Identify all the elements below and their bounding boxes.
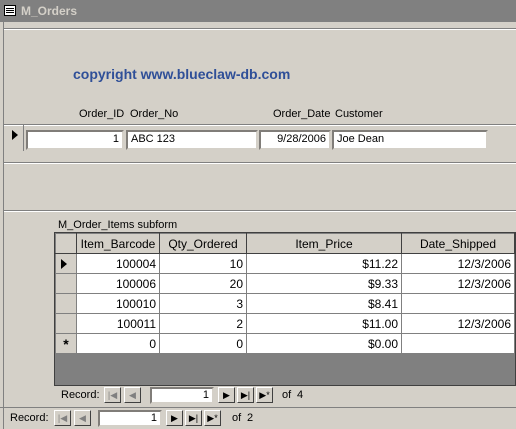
main-last-record-button[interactable]: ▶| (185, 410, 202, 426)
row-selector[interactable] (55, 273, 77, 294)
table-row: 100006 20 $9.33 12/3/2006 (55, 273, 515, 294)
detail-divider (4, 162, 516, 163)
subform-first-record-button[interactable]: |◀ (104, 387, 121, 403)
subform-of-label: of (282, 389, 292, 401)
new-record-row: * 0 0 $0.00 (55, 333, 515, 354)
item-barcode-cell[interactable]: 0 (76, 333, 160, 354)
table-row: 100004 10 $11.22 12/3/2006 (55, 253, 515, 274)
main-record-label: Record: (10, 412, 49, 424)
header-bottom-divider (4, 124, 516, 125)
order-no-label: Order_No (130, 108, 179, 120)
subform-label: M_Order_Items subform (58, 219, 178, 231)
item-price-cell[interactable]: $11.00 (246, 313, 402, 334)
order-items-datasheet: Item_Barcode Qty_Ordered Item_Price Date… (55, 233, 515, 354)
qty-ordered-cell[interactable]: 2 (159, 313, 247, 334)
main-of-label: of (232, 412, 242, 424)
item-barcode-cell[interactable]: 100010 (76, 293, 160, 314)
table-row: 100011 2 $11.00 12/3/2006 (55, 313, 515, 334)
subform-prev-record-button[interactable]: ◀ (124, 387, 141, 403)
main-record-selector[interactable] (9, 125, 24, 151)
col-header-qty-ordered[interactable]: Qty_Ordered (159, 233, 247, 254)
select-all-corner[interactable] (55, 233, 77, 254)
qty-ordered-cell[interactable]: 0 (159, 333, 247, 354)
order-items-subform[interactable]: Item_Barcode Qty_Ordered Item_Price Date… (54, 232, 516, 386)
date-shipped-cell[interactable]: 12/3/2006 (401, 313, 515, 334)
qty-ordered-cell[interactable]: 3 (159, 293, 247, 314)
row-selector[interactable] (55, 293, 77, 314)
main-first-record-button[interactable]: |◀ (54, 410, 71, 426)
date-shipped-cell[interactable] (401, 293, 515, 314)
subform-record-label: Record: (61, 389, 100, 401)
window-title: M_Orders (21, 4, 78, 18)
header-top-divider (4, 28, 516, 29)
subform-navigation-bar: Record: |◀ ◀ 1 ▶ ▶| ▶* of 4 (54, 386, 516, 404)
item-price-cell[interactable]: $9.33 (246, 273, 402, 294)
row-selector[interactable] (55, 313, 77, 334)
main-record-number-input[interactable]: 1 (98, 410, 162, 427)
copyright-text: copyright www.blueclaw-db.com (73, 66, 291, 82)
current-row-arrow-icon (61, 258, 67, 269)
date-shipped-cell[interactable]: 12/3/2006 (401, 273, 515, 294)
item-barcode-cell[interactable]: 100006 (76, 273, 160, 294)
subform-new-record-button[interactable]: ▶* (256, 387, 273, 403)
row-selector[interactable] (55, 253, 77, 274)
item-price-cell[interactable]: $8.41 (246, 293, 402, 314)
order-id-field[interactable]: 1 (26, 130, 124, 150)
item-barcode-cell[interactable]: 100011 (76, 313, 160, 334)
item-barcode-cell[interactable]: 100004 (76, 253, 160, 274)
form-icon (4, 5, 16, 16)
main-total-records: 2 (247, 412, 254, 424)
col-header-date-shipped[interactable]: Date_Shipped (401, 233, 515, 254)
datasheet-header-row: Item_Barcode Qty_Ordered Item_Price Date… (55, 233, 515, 254)
main-prev-record-button[interactable]: ◀ (74, 410, 91, 426)
main-new-record-button[interactable]: ▶* (204, 410, 221, 426)
order-date-label: Order_Date (273, 108, 331, 120)
item-price-cell[interactable]: $0.00 (246, 333, 402, 354)
qty-ordered-cell[interactable]: 10 (159, 253, 247, 274)
current-record-arrow-icon (12, 130, 18, 140)
new-record-asterisk-icon: * (63, 335, 69, 352)
subform-last-record-button[interactable]: ▶| (237, 387, 254, 403)
col-header-item-barcode[interactable]: Item_Barcode (76, 233, 160, 254)
customer-label: Customer (335, 108, 383, 120)
footer-divider (4, 210, 516, 211)
order-date-field[interactable]: 9/28/2006 (259, 130, 331, 150)
qty-ordered-cell[interactable]: 20 (159, 273, 247, 294)
new-row-selector[interactable]: * (55, 333, 77, 354)
item-price-cell[interactable]: $11.22 (246, 253, 402, 274)
title-bar[interactable]: M_Orders (0, 0, 516, 22)
date-shipped-cell[interactable] (401, 333, 515, 354)
order-no-field[interactable]: ABC 123 (126, 130, 258, 150)
main-navigation-bar: Record: |◀ ◀ 1 ▶ ▶| ▶* of 2 (0, 407, 516, 429)
order-id-label: Order_ID (79, 108, 125, 120)
subform-total-records: 4 (297, 389, 304, 401)
main-next-record-button[interactable]: ▶ (166, 410, 183, 426)
window-border (0, 22, 4, 429)
table-row: 100010 3 $8.41 (55, 293, 515, 314)
date-shipped-cell[interactable]: 12/3/2006 (401, 253, 515, 274)
col-header-item-price[interactable]: Item_Price (246, 233, 402, 254)
customer-field[interactable]: Joe Dean (332, 130, 488, 150)
subform-record-number-input[interactable]: 1 (150, 387, 214, 404)
subform-next-record-button[interactable]: ▶ (218, 387, 235, 403)
